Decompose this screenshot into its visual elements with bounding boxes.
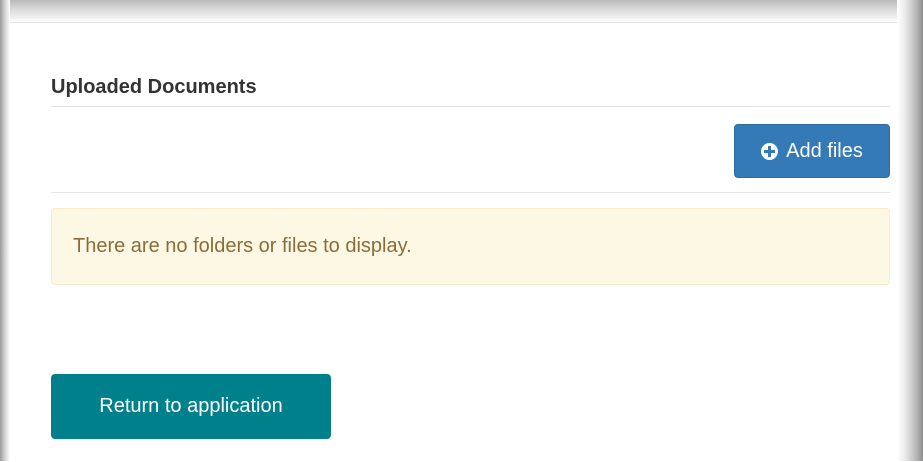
return-button-label: Return to application [99, 395, 283, 417]
add-files-label: Add files [786, 139, 863, 162]
toolbar-divider [51, 192, 890, 193]
screenshot-frame: Uploaded Documents Add files There are n… [0, 0, 923, 462]
section-title: Uploaded Documents [51, 76, 257, 98]
documents-panel: Uploaded Documents Add files There are n… [10, 22, 897, 462]
title-divider [51, 106, 890, 107]
top-shadow [0, 0, 923, 22]
left-shadow [0, 0, 10, 461]
return-to-application-button[interactable]: Return to application [51, 374, 331, 439]
right-shadow [897, 0, 923, 461]
empty-state-alert: There are no folders or files to display… [51, 208, 890, 285]
add-files-button[interactable]: Add files [734, 124, 890, 178]
empty-state-message: There are no folders or files to display… [73, 235, 412, 257]
plus-circle-icon [761, 142, 779, 160]
